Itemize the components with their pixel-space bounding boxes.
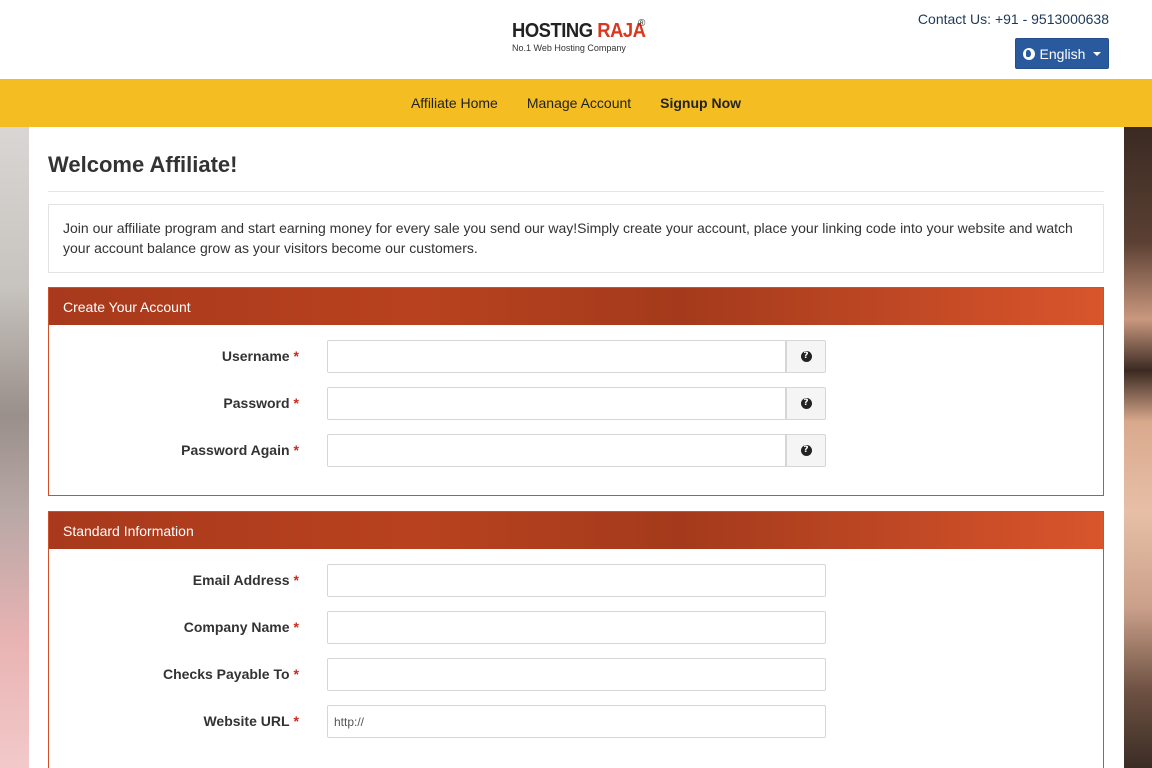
standard-information-panel: Standard Information Email Address * Comp…: [48, 511, 1104, 768]
globe-icon: [1022, 47, 1035, 60]
logo-tagline: No.1 Web Hosting Company: [512, 43, 626, 53]
required-marker: *: [293, 666, 299, 682]
password-help-button[interactable]: ?: [786, 387, 826, 420]
checks-payable-label: Checks Payable To *: [162, 666, 299, 682]
question-circle-icon: ?: [800, 445, 812, 456]
email-input[interactable]: [327, 564, 826, 597]
main-content: Welcome Affiliate! Join our affiliate pr…: [29, 127, 1124, 768]
title-divider: [48, 191, 1104, 192]
company-row: Company Name *: [49, 611, 1103, 644]
password-again-label: Password Again *: [181, 442, 299, 458]
nav-signup-now[interactable]: Signup Now: [646, 95, 756, 111]
background-photo-right: [1124, 127, 1152, 768]
required-marker: *: [293, 713, 299, 729]
website-url-input[interactable]: [327, 705, 826, 738]
background-photo-left: [0, 127, 29, 768]
password-row: Password * ?: [49, 387, 1103, 420]
username-row: Username * ?: [49, 340, 1103, 373]
password-again-input[interactable]: [327, 434, 786, 467]
language-label: English: [1039, 45, 1086, 62]
hosting-raja-logo[interactable]: HOSTING RAJA ® No.1 Web Hosting Company: [512, 18, 652, 60]
nav-affiliate-home[interactable]: Affiliate Home: [396, 95, 512, 111]
website-url-label: Website URL *: [203, 713, 299, 729]
username-input[interactable]: [327, 340, 786, 373]
question-circle-icon: ?: [800, 398, 812, 409]
panel-heading: Create Your Account: [49, 288, 1103, 325]
email-label: Email Address *: [192, 572, 299, 588]
checks-payable-row: Checks Payable To *: [49, 658, 1103, 691]
required-marker: *: [293, 619, 299, 635]
username-label: Username *: [221, 348, 299, 364]
contact-phone: Contact Us: +91 - 9513000638: [917, 11, 1109, 27]
required-marker: *: [293, 442, 299, 458]
website-url-row: Website URL *: [49, 705, 1103, 738]
password-label: Password *: [223, 395, 299, 411]
language-dropdown-button[interactable]: English: [1015, 38, 1109, 69]
required-marker: *: [293, 348, 299, 364]
site-header: HOSTING RAJA ® No.1 Web Hosting Company …: [0, 0, 1152, 79]
page-title: Welcome Affiliate!: [48, 152, 238, 177]
password-again-row: Password Again * ?: [49, 434, 1103, 467]
nav-manage-account[interactable]: Manage Account: [512, 95, 645, 111]
password-input[interactable]: [327, 387, 786, 420]
create-account-panel: Create Your Account Username * ? Password…: [48, 287, 1104, 496]
company-label: Company Name *: [183, 619, 299, 635]
main-navbar: Affiliate Home Manage Account Signup Now: [0, 79, 1152, 127]
panel-heading: Standard Information: [49, 512, 1103, 549]
company-input[interactable]: [327, 611, 826, 644]
required-marker: *: [293, 395, 299, 411]
username-help-button[interactable]: ?: [786, 340, 826, 373]
password-again-help-button[interactable]: ?: [786, 434, 826, 467]
caret-down-icon: [1093, 51, 1102, 56]
question-circle-icon: ?: [800, 351, 812, 362]
intro-text: Join our affiliate program and start ear…: [48, 204, 1104, 273]
required-marker: *: [293, 572, 299, 588]
checks-payable-input[interactable]: [327, 658, 826, 691]
registered-mark: ®: [638, 18, 646, 29]
email-row: Email Address *: [49, 564, 1103, 597]
logo-wordmark: HOSTING RAJA: [512, 20, 646, 42]
